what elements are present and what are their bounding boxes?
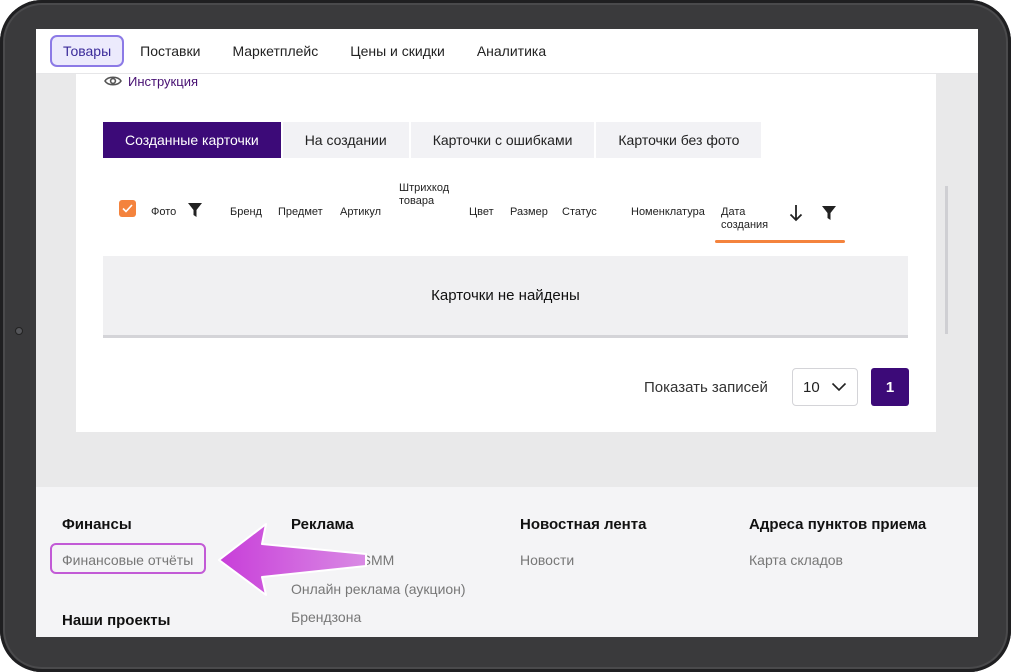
tab-in-creation[interactable]: На создании — [283, 122, 411, 158]
footer-link-online-ads[interactable]: Онлайн реклама (аукцион) — [291, 581, 466, 597]
page-button-current[interactable]: 1 — [871, 368, 909, 406]
footer-ads-title: Реклама — [291, 516, 354, 533]
footer-projects-title: Наши проекты — [62, 612, 171, 629]
nav-item-marketplace[interactable]: Маркетплейс — [216, 35, 334, 67]
page-size-label: Показать записей — [644, 379, 768, 396]
nav-item-prices[interactable]: Цены и скидки — [334, 35, 461, 67]
footer-finance-title: Финансы — [62, 516, 132, 533]
nav-item-analytics[interactable]: Аналитика — [461, 35, 562, 67]
sort-down-arrow-icon[interactable] — [789, 204, 803, 222]
column-barcode-line1: Штрихкод — [399, 182, 450, 194]
footer-link-warehouse-map[interactable]: Карта складов — [749, 552, 843, 568]
column-size: Размер — [510, 206, 548, 218]
column-nomenclature: Номенклатура — [631, 206, 705, 218]
checkmark-icon — [122, 204, 133, 213]
tab-cards-with-errors[interactable]: Карточки с ошибками — [411, 122, 597, 158]
column-creation-date[interactable]: Дата создания — [721, 206, 768, 232]
cards-panel: Инструкция Созданные карточки На создани… — [76, 72, 948, 432]
column-photo: Фото — [151, 206, 177, 218]
top-navigation: Товары Поставки Маркетплейс Цены и скидк… — [36, 29, 978, 74]
nav-item-supplies[interactable]: Поставки — [124, 35, 216, 67]
column-color: Цвет — [469, 206, 494, 218]
column-status: Статус — [562, 206, 597, 218]
table-header: Фото Бренд Предмет Артикул Штрихкод това… — [103, 182, 908, 254]
empty-table-message: Карточки не найдены — [103, 256, 908, 338]
tab-cards-without-photo[interactable]: Карточки без фото — [596, 122, 764, 158]
sort-indicator-underline — [715, 240, 845, 243]
camera-dot — [15, 327, 23, 335]
table-scrollbar[interactable] — [945, 186, 948, 334]
footer: Финансы Финансовые отчёты Наши проекты Р… — [36, 487, 978, 637]
eye-icon — [104, 76, 122, 86]
column-subject: Предмет — [278, 206, 323, 218]
footer-news-title: Новостная лента — [520, 516, 647, 533]
footer-addresses-title: Адреса пунктов приема — [749, 516, 927, 533]
chevron-down-icon — [831, 382, 847, 392]
nav-item-goods[interactable]: Товары — [50, 35, 125, 67]
column-date-line2: создания — [721, 219, 769, 231]
instruction-label: Инструкция — [128, 73, 198, 89]
footer-link-brandzone[interactable]: Брендзона — [291, 609, 361, 625]
column-barcode: Штрихкод товара — [399, 182, 449, 208]
footer-link-mailings[interactable]: Рассылки, SMM — [291, 552, 394, 568]
tab-created-cards[interactable]: Созданные карточки — [103, 122, 283, 158]
page-size-select[interactable]: 10 — [792, 368, 858, 406]
column-article: Артикул — [340, 206, 382, 218]
column-date-line1: Дата — [721, 206, 746, 218]
instruction-link[interactable]: Инструкция — [104, 72, 198, 90]
column-barcode-line2: товара — [399, 195, 435, 207]
screen: Товары Поставки Маркетплейс Цены и скидк… — [36, 29, 978, 637]
photo-filter-icon[interactable] — [188, 203, 202, 217]
column-brand: Бренд — [230, 206, 262, 218]
footer-link-financial-reports[interactable]: Финансовые отчёты — [62, 552, 193, 568]
cards-tabs: Созданные карточки На создании Карточки … — [103, 122, 764, 158]
tablet-frame: Товары Поставки Маркетплейс Цены и скидк… — [0, 0, 1011, 672]
select-all-checkbox[interactable] — [119, 200, 136, 217]
footer-link-news[interactable]: Новости — [520, 552, 574, 568]
page-size-value: 10 — [803, 378, 820, 396]
date-filter-icon[interactable] — [822, 206, 836, 220]
